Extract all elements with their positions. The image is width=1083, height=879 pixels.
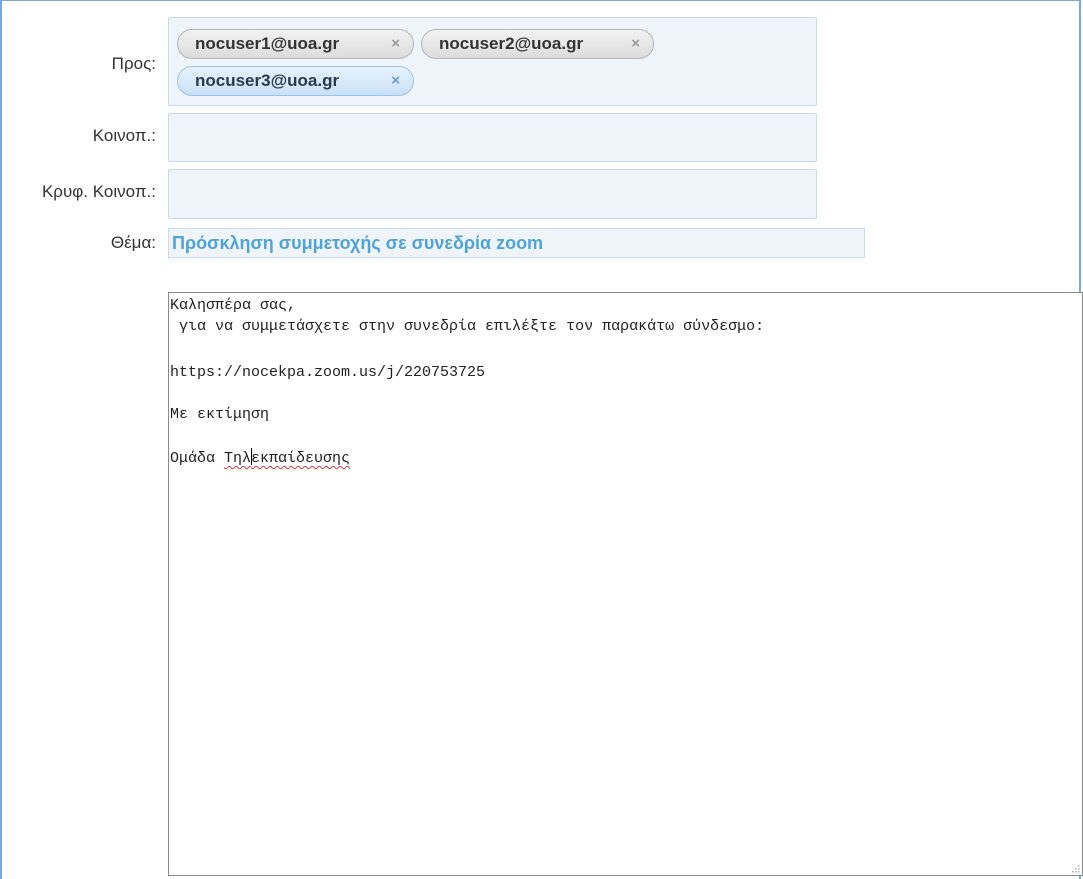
signature-line: Ομάδα Τηλεκπαίδευσης	[170, 448, 350, 468]
recipient-chip[interactable]: nocuser2@uoa.gr ×	[421, 29, 654, 59]
subject-input[interactable]: Πρόσκληση συμμετοχής σε συνεδρία zoom	[168, 228, 865, 258]
cc-field[interactable]	[168, 113, 817, 162]
message-line: για να συμμετάσχετε στην συνεδρία επιλέξ…	[170, 318, 765, 335]
to-label: Προς:	[111, 54, 156, 73]
recipient-chip-selected[interactable]: nocuser3@uoa.gr ×	[177, 66, 414, 96]
bcc-label: Κρυφ. Κοινοπ.:	[41, 182, 156, 201]
recipient-email: nocuser3@uoa.gr	[195, 71, 340, 90]
recipient-chip[interactable]: nocuser1@uoa.gr ×	[177, 29, 414, 59]
bcc-field[interactable]	[168, 169, 817, 219]
resize-grip-icon[interactable]	[1070, 863, 1080, 873]
recipient-email: nocuser1@uoa.gr	[195, 34, 340, 53]
message-line: Με εκτίμηση	[170, 406, 270, 423]
remove-recipient-icon[interactable]: ×	[391, 30, 400, 58]
misspelled-word-start: Τηλ	[224, 450, 252, 467]
to-field[interactable]: nocuser1@uoa.gr × nocuser2@uoa.gr × nocu…	[168, 17, 817, 106]
compose-panel: Προς: nocuser1@uoa.gr × nocuser2@uoa.gr …	[0, 0, 1083, 879]
cc-label: Κοινοπ.:	[92, 126, 156, 145]
remove-recipient-icon[interactable]: ×	[391, 67, 400, 95]
misspelled-word-end: εκπαίδευσης	[251, 450, 351, 467]
remove-recipient-icon[interactable]: ×	[631, 30, 640, 58]
recipient-email: nocuser2@uoa.gr	[439, 34, 584, 53]
message-line: Καλησπέρα σας,	[170, 297, 297, 314]
subject-label: Θέμα:	[110, 233, 156, 252]
message-line: https://nocekpa.zoom.us/j/220753725	[170, 364, 486, 381]
message-body-textarea[interactable]: Καλησπέρα σας, για να συμμετάσχετε στην …	[168, 292, 1083, 876]
signature-prefix: Ομάδα	[170, 450, 225, 467]
